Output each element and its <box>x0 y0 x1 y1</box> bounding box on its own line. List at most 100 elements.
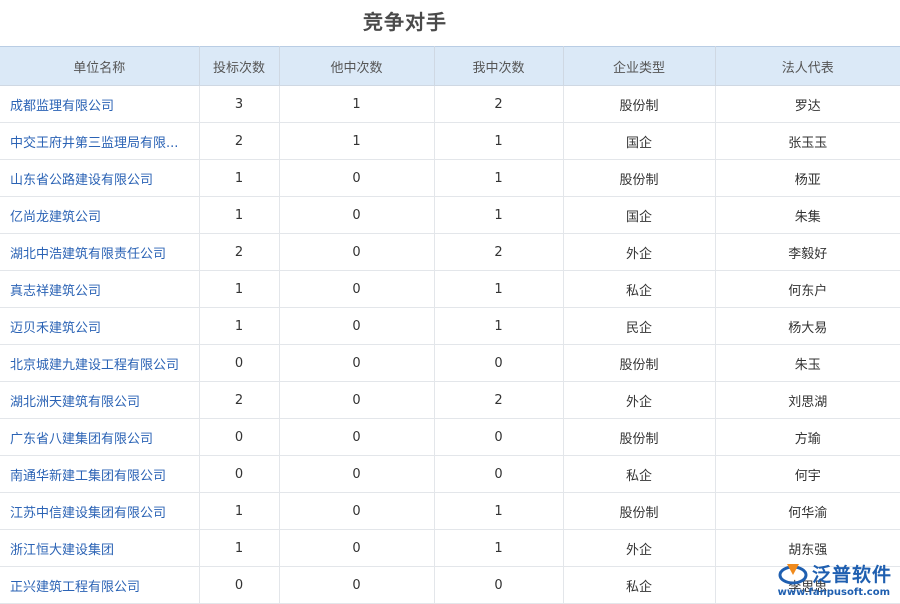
cell-legal-rep: 刘思湖 <box>715 381 900 419</box>
cell-we-won: 2 <box>434 85 564 123</box>
cell-enterprise-type: 私企 <box>563 455 716 493</box>
table-row[interactable]: 山东省公路建设有限公司 1 0 1 股份制 杨亚 <box>0 159 900 197</box>
cell-others-won: 0 <box>279 455 435 493</box>
cell-company[interactable]: 亿尚龙建筑公司 <box>0 196 200 234</box>
cell-company[interactable]: 迈贝禾建筑公司 <box>0 307 200 345</box>
cell-others-won: 0 <box>279 381 435 419</box>
cell-company[interactable]: 江苏中信建设集团有限公司 <box>0 492 200 530</box>
cell-others-won: 0 <box>279 159 435 197</box>
cell-others-won: 0 <box>279 344 435 382</box>
cell-bids: 2 <box>199 381 280 419</box>
brand-url: www.fanpusoft.com <box>777 587 890 598</box>
table-header-row: 单位名称 投标次数 他中次数 我中次数 企业类型 法人代表 <box>0 46 900 86</box>
cell-enterprise-type: 外企 <box>563 381 716 419</box>
cell-bids: 1 <box>199 492 280 530</box>
cell-we-won: 1 <box>434 196 564 234</box>
cell-enterprise-type: 股份制 <box>563 344 716 382</box>
column-header-enterprise-type[interactable]: 企业类型 <box>563 46 716 86</box>
column-header-bids[interactable]: 投标次数 <box>199 46 280 86</box>
cell-bids: 2 <box>199 122 280 160</box>
cell-bids: 1 <box>199 159 280 197</box>
table-row[interactable]: 中交王府井第三监理局有限... 2 1 1 国企 张玉玉 <box>0 122 900 160</box>
cell-legal-rep: 方瑜 <box>715 418 900 456</box>
cell-we-won: 1 <box>434 270 564 308</box>
table-row[interactable]: 浙江恒大建设集团 1 0 1 外企 胡东强 <box>0 529 900 567</box>
cell-enterprise-type: 民企 <box>563 307 716 345</box>
cell-bids: 1 <box>199 529 280 567</box>
cell-company[interactable]: 山东省公路建设有限公司 <box>0 159 200 197</box>
cell-legal-rep: 何东户 <box>715 270 900 308</box>
cell-bids: 0 <box>199 566 280 604</box>
table-row[interactable]: 江苏中信建设集团有限公司 1 0 1 股份制 何华渝 <box>0 492 900 530</box>
cell-we-won: 0 <box>434 344 564 382</box>
cell-enterprise-type: 股份制 <box>563 85 716 123</box>
table-row[interactable]: 湖北中浩建筑有限责任公司 2 0 2 外企 李毅好 <box>0 233 900 271</box>
cell-others-won: 0 <box>279 529 435 567</box>
cell-others-won: 0 <box>279 492 435 530</box>
cell-we-won: 2 <box>434 381 564 419</box>
cell-enterprise-type: 股份制 <box>563 159 716 197</box>
page-title: 竞争对手 <box>363 10 447 34</box>
table-row[interactable]: 南通华新建工集团有限公司 0 0 0 私企 何宇 <box>0 455 900 493</box>
cell-others-won: 0 <box>279 566 435 604</box>
cell-legal-rep: 朱集 <box>715 196 900 234</box>
table-row[interactable]: 正兴建筑工程有限公司 0 0 0 私企 李思思 <box>0 566 900 604</box>
cell-we-won: 2 <box>434 233 564 271</box>
cell-company[interactable]: 成都监理有限公司 <box>0 85 200 123</box>
column-header-legal-rep[interactable]: 法人代表 <box>715 46 900 86</box>
table-row[interactable]: 真志祥建筑公司 1 0 1 私企 何东户 <box>0 270 900 308</box>
table-row[interactable]: 成都监理有限公司 3 1 2 股份制 罗达 <box>0 85 900 123</box>
cell-enterprise-type: 国企 <box>563 122 716 160</box>
cell-we-won: 0 <box>434 418 564 456</box>
cell-legal-rep: 李毅好 <box>715 233 900 271</box>
table-row[interactable]: 广东省八建集团有限公司 0 0 0 股份制 方瑜 <box>0 418 900 456</box>
cell-company[interactable]: 湖北中浩建筑有限责任公司 <box>0 233 200 271</box>
cell-others-won: 0 <box>279 418 435 456</box>
table-row[interactable]: 迈贝禾建筑公司 1 0 1 民企 杨大易 <box>0 307 900 345</box>
brand-watermark: 泛普软件 <box>778 558 892 588</box>
column-header-others-won[interactable]: 他中次数 <box>279 46 435 86</box>
cell-we-won: 0 <box>434 455 564 493</box>
cell-bids: 1 <box>199 307 280 345</box>
fanpu-logo-icon <box>778 558 808 588</box>
cell-company[interactable]: 南通华新建工集团有限公司 <box>0 455 200 493</box>
column-header-we-won[interactable]: 我中次数 <box>434 46 564 86</box>
cell-enterprise-type: 外企 <box>563 529 716 567</box>
cell-company[interactable]: 中交王府井第三监理局有限... <box>0 122 200 160</box>
cell-company[interactable]: 北京城建九建设工程有限公司 <box>0 344 200 382</box>
cell-company[interactable]: 正兴建筑工程有限公司 <box>0 566 200 604</box>
table-row[interactable]: 湖北洲天建筑有限公司 2 0 2 外企 刘思湖 <box>0 381 900 419</box>
table-row[interactable]: 亿尚龙建筑公司 1 0 1 国企 朱集 <box>0 196 900 234</box>
cell-legal-rep: 张玉玉 <box>715 122 900 160</box>
cell-enterprise-type: 私企 <box>563 566 716 604</box>
cell-we-won: 1 <box>434 159 564 197</box>
cell-legal-rep: 朱玉 <box>715 344 900 382</box>
cell-company[interactable]: 浙江恒大建设集团 <box>0 529 200 567</box>
cell-legal-rep: 杨大易 <box>715 307 900 345</box>
cell-others-won: 1 <box>279 85 435 123</box>
cell-bids: 0 <box>199 455 280 493</box>
column-header-company[interactable]: 单位名称 <box>0 46 200 86</box>
cell-we-won: 1 <box>434 529 564 567</box>
cell-others-won: 0 <box>279 196 435 234</box>
cell-legal-rep: 杨亚 <box>715 159 900 197</box>
cell-legal-rep: 何宇 <box>715 455 900 493</box>
cell-enterprise-type: 国企 <box>563 196 716 234</box>
cell-we-won: 1 <box>434 122 564 160</box>
cell-others-won: 1 <box>279 122 435 160</box>
cell-legal-rep: 罗达 <box>715 85 900 123</box>
cell-enterprise-type: 外企 <box>563 233 716 271</box>
cell-we-won: 1 <box>434 307 564 345</box>
cell-enterprise-type: 股份制 <box>563 418 716 456</box>
cell-bids: 0 <box>199 344 280 382</box>
competitor-table: 单位名称 投标次数 他中次数 我中次数 企业类型 法人代表 成都监理有限公司 3 1… <box>0 46 900 604</box>
cell-others-won: 0 <box>279 307 435 345</box>
cell-bids: 3 <box>199 85 280 123</box>
cell-company[interactable]: 湖北洲天建筑有限公司 <box>0 381 200 419</box>
cell-company[interactable]: 真志祥建筑公司 <box>0 270 200 308</box>
table-row[interactable]: 北京城建九建设工程有限公司 0 0 0 股份制 朱玉 <box>0 344 900 382</box>
cell-legal-rep: 何华渝 <box>715 492 900 530</box>
cell-others-won: 0 <box>279 233 435 271</box>
cell-company[interactable]: 广东省八建集团有限公司 <box>0 418 200 456</box>
cell-bids: 1 <box>199 270 280 308</box>
